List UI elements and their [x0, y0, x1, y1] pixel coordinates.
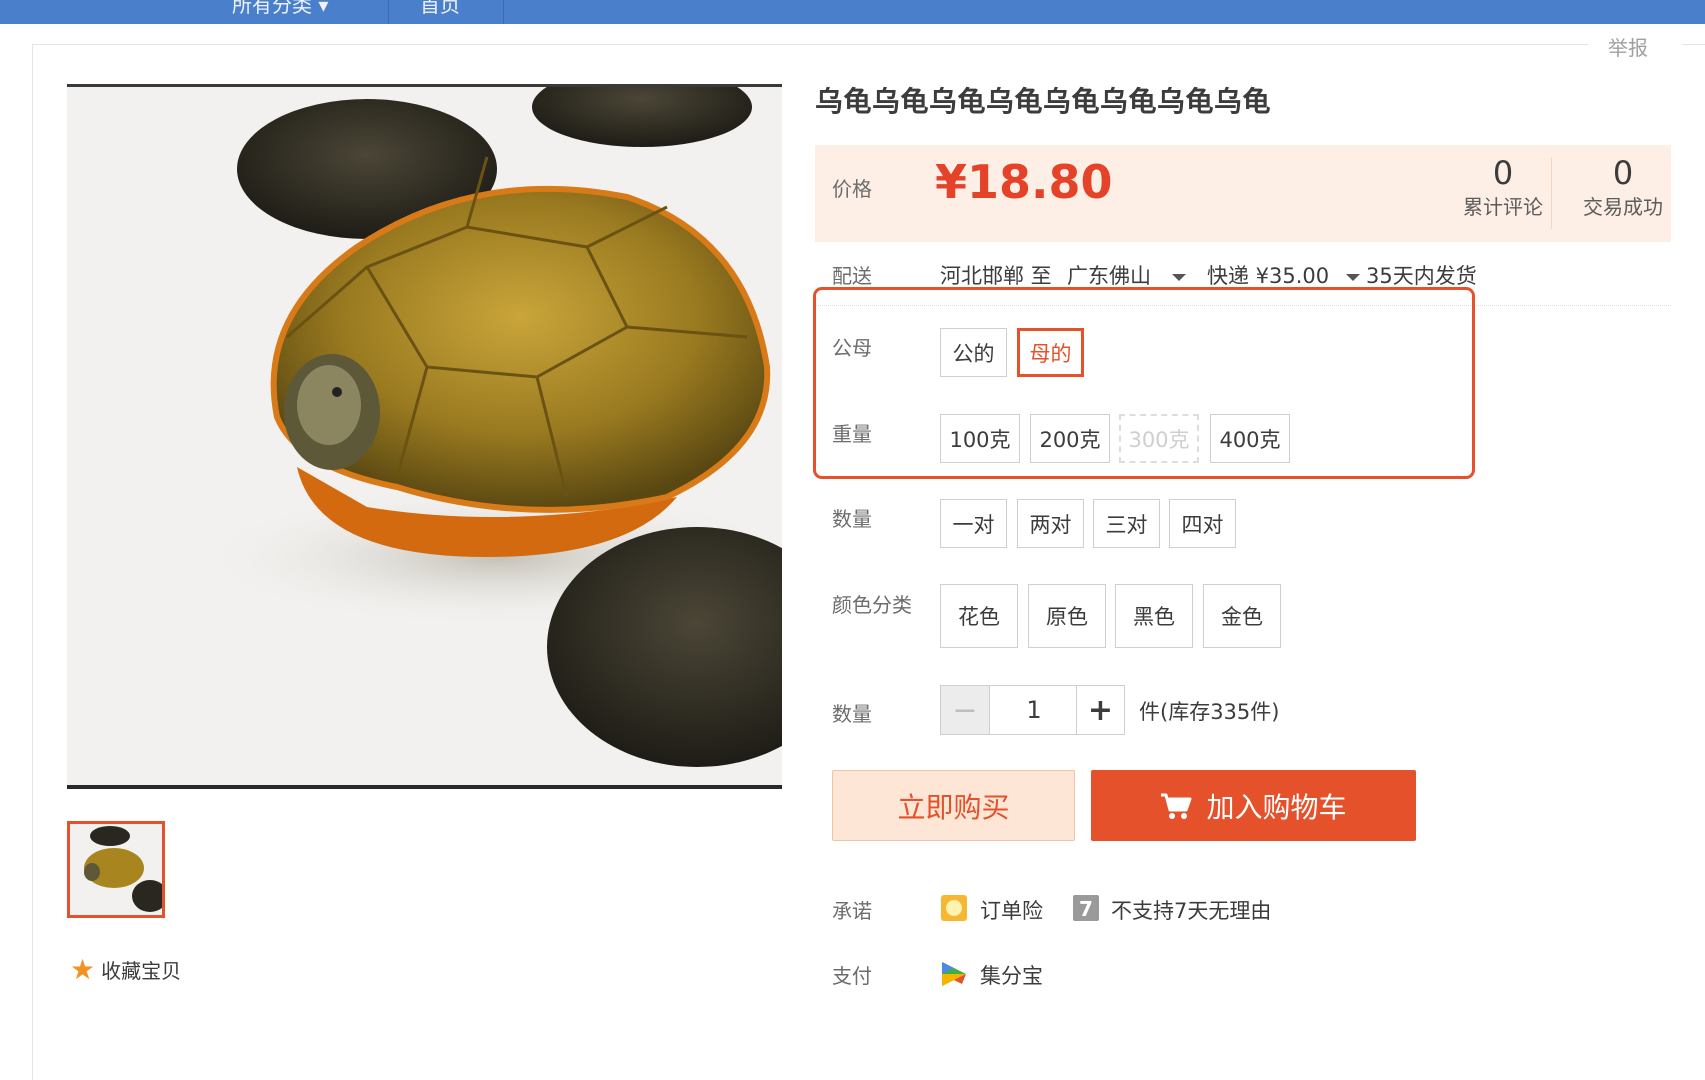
option-weight-300g: 300克 — [1119, 414, 1199, 463]
reviews-label: 累计评论 — [1463, 195, 1543, 219]
option-pairs-1[interactable]: 一对 — [940, 499, 1007, 548]
color-label: 颜色分类 — [832, 593, 912, 617]
option-weight-100g[interactable]: 100克 — [940, 414, 1020, 463]
nav-divider — [388, 0, 389, 24]
option-gender-male[interactable]: 公的 — [940, 328, 1007, 377]
favorite-button[interactable]: ★ 收藏宝贝 — [70, 955, 181, 984]
deals-count: 0 — [1612, 154, 1634, 192]
deals-label: 交易成功 — [1583, 195, 1663, 219]
nav-all-categories[interactable]: 所有分类 ▾ — [232, 0, 328, 24]
star-icon: ★ — [70, 952, 96, 986]
gender-label: 公母 — [832, 336, 872, 360]
option-weight-400g[interactable]: 400克 — [1210, 414, 1290, 463]
product-title: 乌龟乌龟乌龟乌龟乌龟乌龟乌龟乌龟 — [815, 85, 1272, 118]
product-thumbnail[interactable] — [67, 821, 165, 918]
reviews-stat[interactable]: 0 累计评论 — [1443, 153, 1563, 221]
option-color-black[interactable]: 黑色 — [1115, 584, 1193, 648]
favorite-label: 收藏宝贝 — [101, 959, 182, 983]
price-value: ¥18.80 — [935, 155, 1113, 209]
add-to-cart-button[interactable]: 加入购物车 — [1091, 770, 1416, 841]
payment-label: 支付 — [832, 964, 872, 988]
top-nav-bar: 所有分类 ▾ 首页 — [0, 0, 1705, 24]
option-gender-female[interactable]: 母的 — [1017, 328, 1084, 377]
add-to-cart-label: 加入购物车 — [1206, 790, 1347, 824]
nav-divider — [503, 0, 504, 24]
weight-label: 重量 — [832, 422, 872, 446]
promise-no-7day-return[interactable]: 不支持7天无理由 — [1111, 895, 1271, 925]
shipping-express-select[interactable]: 快递 ¥35.00 — [1207, 260, 1360, 290]
shipping-destination-select[interactable]: 广东佛山 — [1067, 260, 1186, 290]
option-weight-200g[interactable]: 200克 — [1030, 414, 1110, 463]
quantity-label: 数量 — [832, 702, 872, 726]
nav-home[interactable]: 首页 — [420, 0, 460, 24]
stat-divider — [1551, 157, 1552, 229]
chevron-down-icon — [1171, 273, 1186, 281]
option-color-gold[interactable]: 金色 — [1203, 584, 1281, 648]
no-7day-return-icon: 7 — [1073, 895, 1099, 921]
order-insurance-icon — [941, 895, 967, 921]
cart-icon — [1161, 793, 1192, 819]
promise-order-insurance[interactable]: 订单险 — [980, 895, 1043, 925]
shipping-express: 快递 ¥35.00 — [1207, 264, 1330, 288]
jifenbao-icon — [942, 962, 966, 986]
svg-text:7: 7 — [1079, 897, 1093, 921]
option-color-floral[interactable]: 花色 — [940, 584, 1018, 648]
shipping-dispatch: 35天内发货 — [1366, 264, 1477, 288]
pairs-label: 数量 — [832, 507, 872, 531]
shipping-label: 配送 — [832, 264, 872, 288]
quantity-decrement-button[interactable]: − — [941, 686, 990, 734]
product-main-image — [67, 84, 782, 789]
payment-method[interactable]: 集分宝 — [980, 960, 1043, 990]
quantity-input[interactable]: 1 — [990, 686, 1078, 734]
option-pairs-4[interactable]: 四对 — [1169, 499, 1236, 548]
buy-now-button[interactable]: 立即购买 — [832, 770, 1075, 841]
shipping-destination: 广东佛山 — [1067, 264, 1151, 288]
option-color-original[interactable]: 原色 — [1028, 584, 1106, 648]
quantity-stepper: − 1 + — [940, 685, 1125, 735]
price-label: 价格 — [832, 177, 872, 201]
deals-stat: 0 交易成功 — [1563, 153, 1683, 221]
price-panel: 价格 ¥18.80 0 累计评论 0 交易成功 — [815, 145, 1671, 242]
option-pairs-2[interactable]: 两对 — [1017, 499, 1084, 548]
promise-label: 承诺 — [832, 899, 872, 923]
reviews-count: 0 — [1492, 154, 1514, 192]
report-link[interactable]: 举报 — [1608, 32, 1648, 61]
quantity-increment-button[interactable]: + — [1076, 686, 1124, 734]
stock-info: 件(库存335件) — [1139, 700, 1280, 724]
option-pairs-3[interactable]: 三对 — [1093, 499, 1160, 548]
shipping-origin: 河北邯郸 至 — [940, 264, 1052, 288]
chevron-down-icon — [1345, 273, 1360, 281]
